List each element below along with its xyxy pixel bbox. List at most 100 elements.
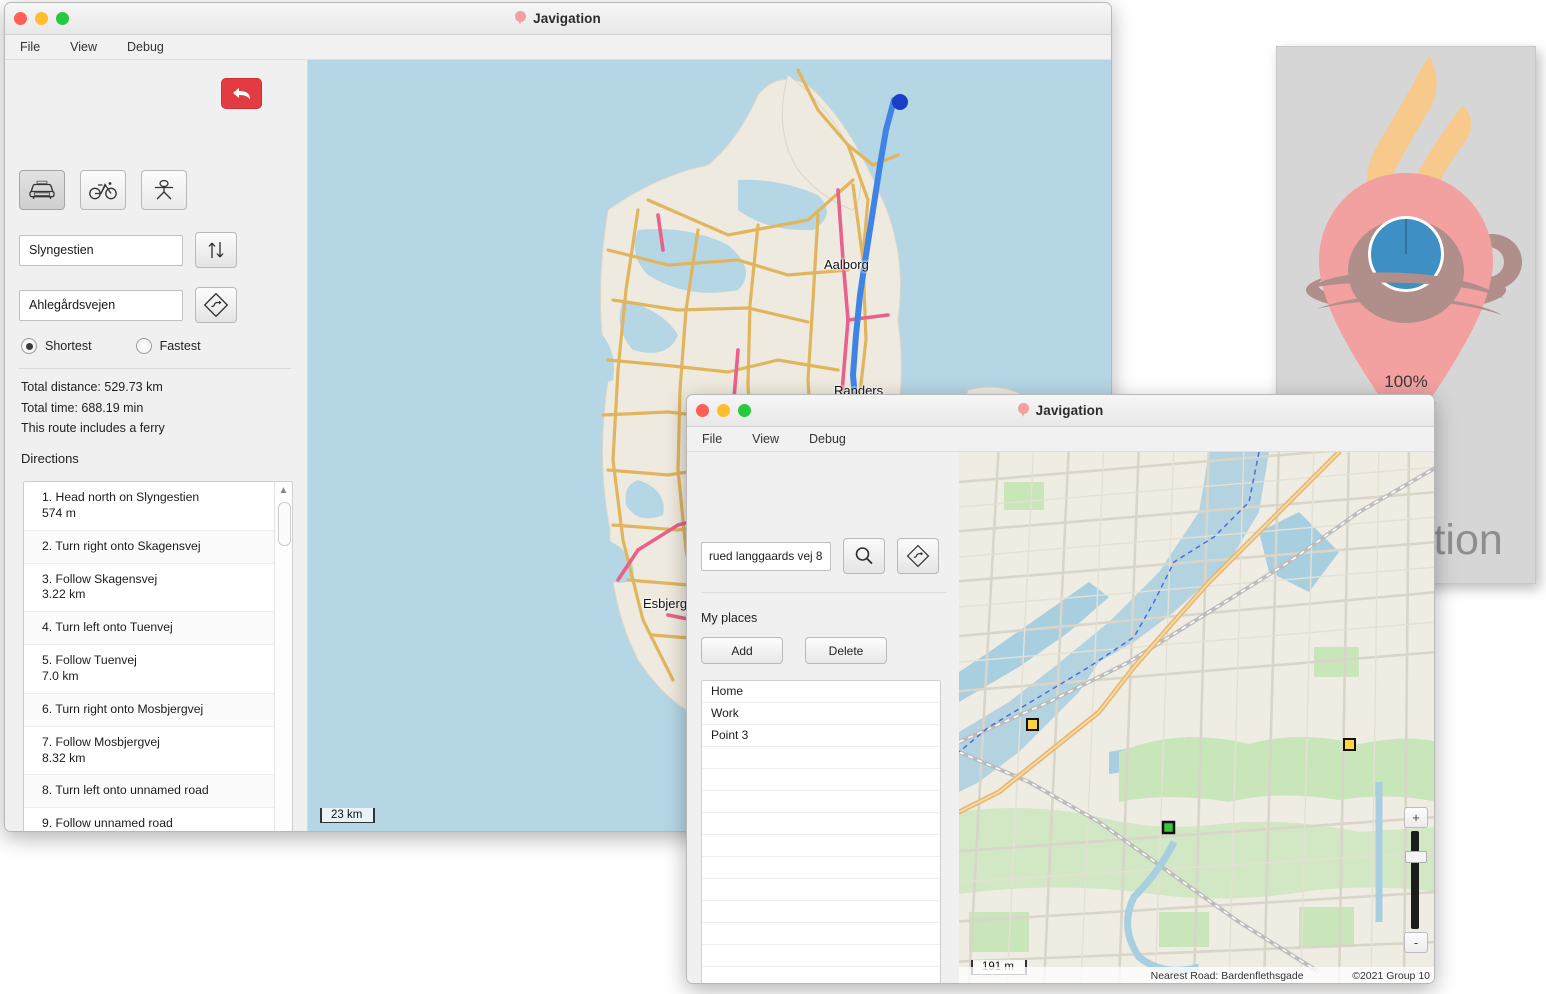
from-input[interactable] xyxy=(19,234,183,266)
search-input[interactable] xyxy=(701,541,831,571)
direction-step-distance: 7.0 km xyxy=(42,669,79,684)
places-list[interactable]: HomeWorkPoint 3............ xyxy=(701,680,941,983)
direction-step[interactable]: 8. Turn left onto unnamed road xyxy=(24,774,275,809)
direction-step-text: 6. Turn right onto Mosbjergvej xyxy=(42,701,204,716)
minimize-button[interactable] xyxy=(35,12,48,25)
places-menu-debug[interactable]: Debug xyxy=(804,430,851,448)
places-menu-view[interactable]: View xyxy=(747,430,784,448)
mode-pedestrian-button[interactable] xyxy=(141,170,187,210)
map-copyright: ©2021 Group 10 xyxy=(1352,970,1430,982)
zoom-slider-thumb[interactable] xyxy=(1405,851,1427,863)
place-marker xyxy=(1026,718,1039,731)
directions-scrollbar[interactable]: ▲ ▼ xyxy=(274,482,292,831)
places-window: Javigation File View Debug rued langgaar… xyxy=(686,394,1435,984)
place-list-empty-row: . xyxy=(702,879,940,901)
direction-step[interactable]: 3. Follow Skagensvej 3.22 km xyxy=(24,564,275,612)
places-titlebar: Javigation xyxy=(687,395,1434,427)
place-list-item[interactable]: Home xyxy=(702,681,940,703)
place-list-item[interactable]: Work xyxy=(702,703,940,725)
menu-view[interactable]: View xyxy=(65,38,102,56)
direction-step-text: 8. Turn left onto unnamed road xyxy=(42,783,209,798)
city-label-esbjerg: Esbjerg xyxy=(643,596,688,611)
places-window-controls[interactable] xyxy=(696,404,751,417)
places-actions: Add Delete xyxy=(701,637,887,664)
to-row xyxy=(19,287,237,323)
city-label-aalborg: Aalborg xyxy=(824,257,869,272)
direction-step[interactable]: 6. Turn right onto Mosbjergvej xyxy=(24,692,275,727)
places-close-button[interactable] xyxy=(696,404,709,417)
places-panel: My places Add Delete HomeWorkPoint 3....… xyxy=(687,452,959,983)
direction-step[interactable]: 5. Follow Tuenvej 7.0 km xyxy=(24,645,275,693)
directions-heading: Directions xyxy=(21,451,79,466)
direction-step-text: 1. Head north on Slyngestien xyxy=(42,490,200,504)
swap-endpoints-button[interactable] xyxy=(195,232,237,268)
place-list-empty-row: . xyxy=(702,813,940,835)
direction-step-distance: 8.32 km xyxy=(42,750,86,765)
mode-car-button[interactable] xyxy=(19,170,65,210)
nearest-road-label: Nearest Road: Bardenflethsgade xyxy=(1150,970,1304,982)
places-map[interactable]: Add to your pointsRoute from hereRoute t… xyxy=(959,452,1434,983)
scroll-up-icon[interactable]: ▲ xyxy=(279,482,289,499)
zoom-slider-track[interactable] xyxy=(1405,831,1427,929)
place-list-empty-row: . xyxy=(702,901,940,923)
zoom-out-button[interactable]: - xyxy=(1404,932,1428,953)
to-input[interactable] xyxy=(19,289,183,321)
close-button[interactable] xyxy=(14,12,27,25)
direction-step-distance: 574 m xyxy=(42,505,76,520)
radio-fastest[interactable]: Fastest xyxy=(135,338,201,354)
menu-file[interactable]: File xyxy=(15,38,45,56)
swap-arrows-icon xyxy=(208,242,224,258)
radio-shortest[interactable]: Shortest xyxy=(21,338,92,354)
place-list-empty-row: . xyxy=(702,945,940,967)
radio-fastest-dot xyxy=(135,338,152,354)
direction-step[interactable]: 7. Follow Mosbjergvej 8.32 km xyxy=(24,727,275,775)
direction-step[interactable]: 9. Follow unnamed road63 m xyxy=(24,808,275,831)
calculate-route-button[interactable] xyxy=(195,287,237,323)
places-maximize-button[interactable] xyxy=(738,404,751,417)
city-map-graphic xyxy=(959,452,1434,983)
places-divider xyxy=(701,592,947,593)
place-list-empty-row: . xyxy=(702,791,940,813)
total-time: Total time: 688.19 min xyxy=(21,400,144,415)
zoom-control[interactable]: + - xyxy=(1404,807,1428,953)
menu-debug[interactable]: Debug xyxy=(122,38,169,56)
add-place-button[interactable]: Add xyxy=(701,637,783,664)
mode-bicycle-button[interactable] xyxy=(80,170,126,210)
window-title: Javigation xyxy=(533,11,601,26)
direction-step[interactable]: 4. Turn left onto Tuenvej xyxy=(24,611,275,646)
main-menubar: File View Debug xyxy=(5,35,1111,60)
places-route-button[interactable] xyxy=(897,538,939,574)
direction-step[interactable]: 1. Head north on Slyngestien 574 m xyxy=(24,482,275,530)
transport-mode-group xyxy=(19,170,187,210)
radio-shortest-label: Shortest xyxy=(45,339,92,353)
my-places-label: My places xyxy=(701,611,758,625)
maximize-button[interactable] xyxy=(56,12,69,25)
directions-scrollarea: 1. Head north on Slyngestien 574 m 2. Turn… xyxy=(24,482,275,831)
route-start-marker xyxy=(892,94,908,110)
place-list-empty-row: . xyxy=(702,769,940,791)
scrollbar-thumb[interactable] xyxy=(278,502,291,546)
place-marker xyxy=(1343,738,1356,751)
places-menu-file[interactable]: File xyxy=(697,430,727,448)
main-titlebar: Javigation xyxy=(5,3,1111,35)
direction-step-distance: 3.22 km xyxy=(42,587,86,602)
place-list-empty-row: . xyxy=(702,857,940,879)
delete-place-button[interactable]: Delete xyxy=(805,637,887,664)
window-controls[interactable] xyxy=(14,12,69,25)
magnifier-icon xyxy=(855,547,873,565)
route-panel: Shortest Fastest Total distance: 529.73 … xyxy=(5,60,308,831)
place-list-item[interactable]: Point 3 xyxy=(702,725,940,747)
directions-list[interactable]: 1. Head north on Slyngestien 574 m 2. Turn… xyxy=(23,481,293,831)
total-distance: Total distance: 529.73 km xyxy=(21,380,163,394)
place-list-empty-row: . xyxy=(702,967,940,983)
undo-button[interactable] xyxy=(221,78,262,109)
direction-step-text: 7. Follow Mosbjergvej xyxy=(42,734,160,749)
places-minimize-button[interactable] xyxy=(717,404,730,417)
splash-percent: 100% xyxy=(1384,372,1428,391)
direction-step[interactable]: 2. Turn right onto Skagensvej xyxy=(24,529,275,564)
search-button[interactable] xyxy=(843,538,885,574)
zoom-in-button[interactable]: + xyxy=(1404,807,1428,828)
place-list-empty-row: . xyxy=(702,923,940,945)
radio-fastest-label: Fastest xyxy=(159,339,201,353)
car-icon xyxy=(29,180,55,199)
